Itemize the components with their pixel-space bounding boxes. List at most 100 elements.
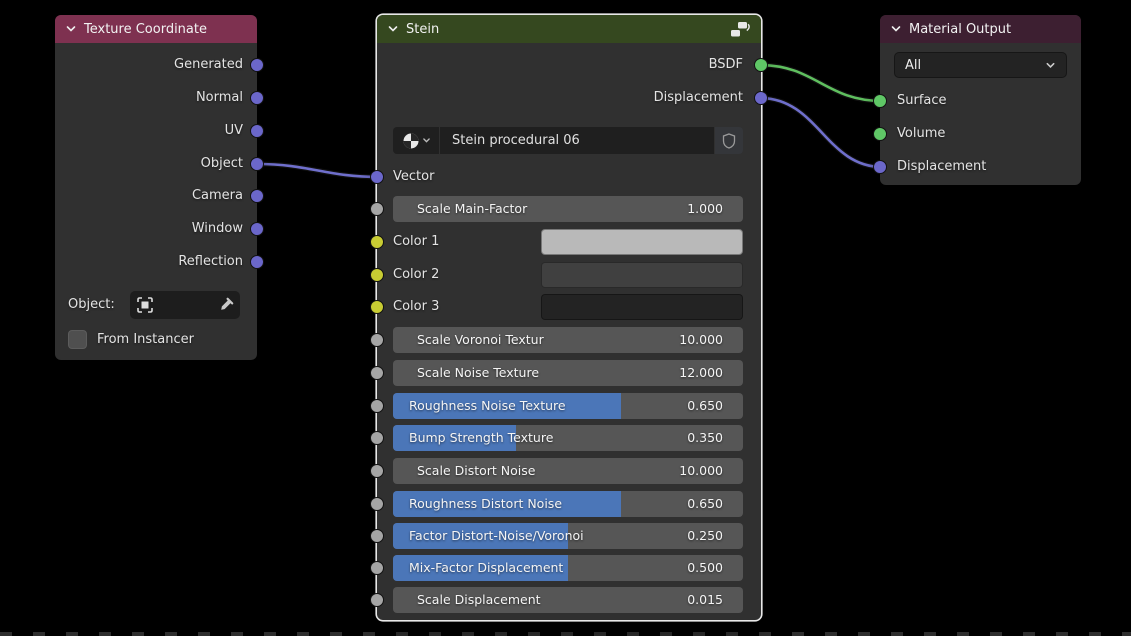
input-label-displacement: Displacement — [897, 157, 986, 177]
socket-input-scale-voronoi[interactable] — [370, 333, 384, 347]
slider-value: 0.650 — [687, 393, 723, 419]
field-value: 0.015 — [687, 587, 723, 613]
node-title: Stein — [406, 22, 439, 37]
node-header-material-output[interactable]: Material Output — [880, 15, 1081, 43]
node-title: Material Output — [909, 22, 1011, 37]
field-scale-displacement[interactable]: Scale Displacement 0.015 — [393, 587, 743, 613]
node-stein-group: Stein BSDF Displacement Stein procedural… — [377, 15, 761, 620]
socket-input-color3[interactable] — [370, 300, 384, 314]
slider-value: 0.250 — [687, 523, 723, 549]
collapse-chevron-icon[interactable] — [65, 23, 77, 35]
node-texture-coordinate: Texture Coordinate Generated Normal UV O… — [55, 15, 257, 360]
socket-input-scale-main-factor[interactable] — [370, 202, 384, 216]
socket-input-color2[interactable] — [370, 268, 384, 282]
socket-output-uv[interactable] — [250, 124, 264, 138]
render-target-dropdown[interactable]: All — [894, 52, 1067, 78]
socket-output-normal[interactable] — [250, 91, 264, 105]
node-editor-canvas[interactable]: { "editor": {"background": "#000000"}, "… — [0, 0, 1131, 636]
field-value: 1.000 — [687, 196, 723, 222]
slider-mix-factor-displacement[interactable]: Mix-Factor Displacement 0.500 — [393, 555, 743, 581]
output-label-object: Object — [201, 154, 243, 174]
slider-label: Roughness Noise Texture — [409, 393, 566, 419]
slider-value: 0.350 — [687, 425, 723, 451]
socket-input-scale-noise[interactable] — [370, 366, 384, 380]
socket-input-volume[interactable] — [873, 127, 887, 141]
slider-roughness-noise-texture[interactable]: Roughness Noise Texture 0.650 — [393, 393, 743, 419]
input-label-vector: Vector — [393, 167, 434, 187]
node-title: Texture Coordinate — [84, 22, 207, 37]
field-label: Scale Voronoi Textur — [417, 327, 544, 353]
slider-value: 0.650 — [687, 491, 723, 517]
socket-input-vector[interactable] — [370, 170, 384, 184]
slider-bump-strength-texture[interactable]: Bump Strength Texture 0.350 — [393, 425, 743, 451]
socket-output-bsdf[interactable] — [754, 58, 768, 72]
field-value: 12.000 — [679, 360, 723, 386]
node-header-texture-coordinate[interactable]: Texture Coordinate — [55, 15, 257, 43]
socket-input-color1[interactable] — [370, 235, 384, 249]
field-label: Scale Main-Factor — [417, 196, 527, 222]
slider-roughness-distort-noise[interactable]: Roughness Distort Noise 0.650 — [393, 491, 743, 517]
field-scale-noise-texture[interactable]: Scale Noise Texture 12.000 — [393, 360, 743, 386]
from-instancer-label: From Instancer — [97, 330, 194, 350]
slider-label: Bump Strength Texture — [409, 425, 553, 451]
slider-factor-distort-noise-voronoi[interactable]: Factor Distort-Noise/Voronoi 0.250 — [393, 523, 743, 549]
socket-output-camera[interactable] — [250, 189, 264, 203]
socket-output-object[interactable] — [250, 157, 264, 171]
node-material-output: Material Output All Surface Volume Displ… — [880, 15, 1081, 185]
input-label-color3: Color 3 — [393, 297, 439, 317]
slider-label: Factor Distort-Noise/Voronoi — [409, 523, 584, 549]
output-label-uv: UV — [225, 121, 243, 141]
slider-label: Mix-Factor Displacement — [409, 555, 563, 581]
color-swatch-color2[interactable] — [541, 262, 743, 288]
shield-icon — [722, 133, 736, 149]
socket-output-window[interactable] — [250, 222, 264, 236]
nodetree-icon — [402, 132, 420, 150]
slider-value: 0.500 — [687, 555, 723, 581]
object-picker-field[interactable] — [130, 291, 240, 319]
dropdown-value: All — [905, 58, 921, 73]
field-value: 10.000 — [679, 458, 723, 484]
color-swatch-color3[interactable] — [541, 294, 743, 320]
socket-input-scale-distort[interactable] — [370, 464, 384, 478]
output-label-generated: Generated — [174, 55, 243, 75]
group-datablock-dropdown[interactable] — [393, 127, 439, 154]
object-icon — [136, 296, 154, 314]
socket-input-displacement[interactable] — [873, 160, 887, 174]
wire-displacement-to-displacement — [760, 98, 882, 167]
socket-output-displacement[interactable] — [754, 91, 768, 105]
socket-output-reflection[interactable] — [250, 255, 264, 269]
field-label: Scale Noise Texture — [417, 360, 539, 386]
node-header-stein[interactable]: Stein — [377, 15, 761, 43]
collapse-chevron-icon[interactable] — [387, 23, 399, 35]
wire-bsdf-to-surface — [760, 65, 882, 101]
from-instancer-checkbox[interactable] — [68, 330, 87, 349]
input-label-volume: Volume — [897, 124, 945, 144]
slider-label: Roughness Distort Noise — [409, 491, 562, 517]
output-label-camera: Camera — [192, 186, 243, 206]
output-label-bsdf: BSDF — [709, 55, 743, 75]
field-scale-voronoi-texture[interactable]: Scale Voronoi Textur 10.000 — [393, 327, 743, 353]
socket-input-mix-factor[interactable] — [370, 561, 384, 575]
socket-input-bump-strength[interactable] — [370, 431, 384, 445]
chevron-down-icon — [1045, 60, 1056, 71]
socket-input-roughness-distort[interactable] — [370, 497, 384, 511]
fake-user-shield-button[interactable] — [715, 127, 743, 154]
collapse-chevron-icon[interactable] — [890, 23, 902, 35]
output-label-window: Window — [192, 219, 243, 239]
socket-input-roughness-noise[interactable] — [370, 399, 384, 413]
socket-input-scale-displacement[interactable] — [370, 593, 384, 607]
socket-input-factor-distort[interactable] — [370, 529, 384, 543]
node-group-icon[interactable] — [730, 21, 751, 38]
field-scale-distort-noise[interactable]: Scale Distort Noise 10.000 — [393, 458, 743, 484]
group-name-field[interactable]: Stein procedural 06 — [440, 127, 714, 154]
node-group-selector: Stein procedural 06 — [393, 127, 743, 154]
output-label-reflection: Reflection — [178, 252, 243, 272]
color-swatch-color1[interactable] — [541, 229, 743, 255]
input-label-color2: Color 2 — [393, 265, 439, 285]
socket-input-surface[interactable] — [873, 94, 887, 108]
object-field-label: Object: — [68, 295, 115, 315]
field-scale-main-factor[interactable]: Scale Main-Factor 1.000 — [393, 196, 743, 222]
input-label-color1: Color 1 — [393, 232, 439, 252]
socket-output-generated[interactable] — [250, 58, 264, 72]
eyedropper-icon[interactable] — [218, 297, 234, 313]
